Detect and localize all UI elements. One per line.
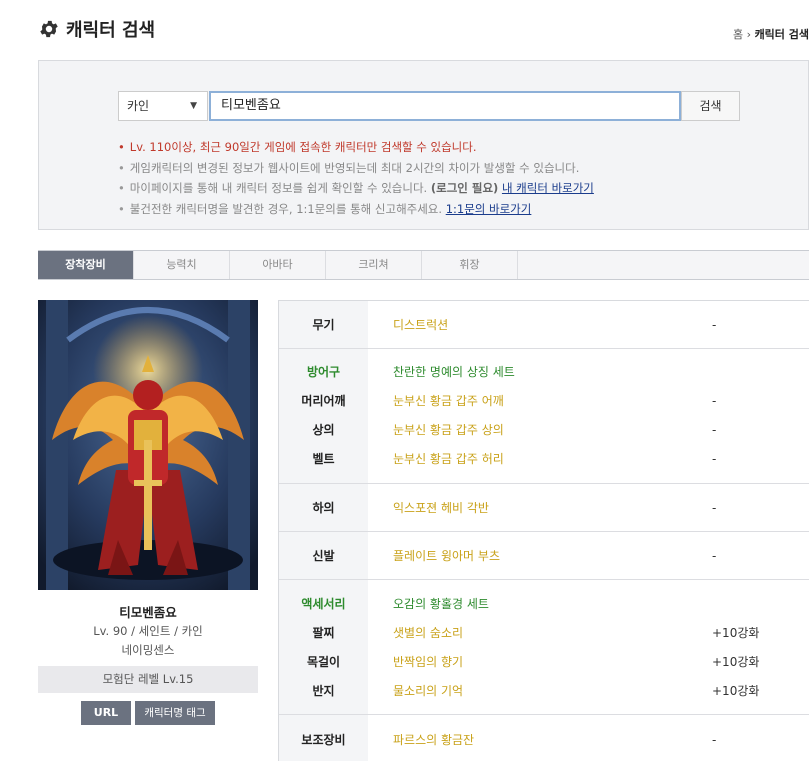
item-name[interactable]: 플레이트 윙아머 부츠 xyxy=(393,546,500,566)
page-title-text: 캐릭터 검색 xyxy=(66,20,156,41)
character-tabs: 장착장비 능력치 아바타 크리쳐 휘장 xyxy=(38,250,809,280)
slot-label: 하의 xyxy=(312,501,335,515)
slot-label: 액세서리 xyxy=(301,597,346,611)
tab-stats[interactable]: 능력치 xyxy=(134,251,230,279)
enhancement: - xyxy=(712,452,717,466)
character-portrait xyxy=(38,300,258,590)
equipment-row[interactable]: 목걸이 반짝임의 향기 +10강화 xyxy=(279,652,809,672)
equipment-row[interactable]: 팔찌 샛별의 숨소리 +10강화 xyxy=(279,623,809,643)
equipment-row[interactable]: 반지 물소리의 기억 +10강화 xyxy=(279,681,809,701)
item-name[interactable]: 샛별의 숨소리 xyxy=(393,623,463,643)
inquiry-link[interactable]: 1:1문의 바로가기 xyxy=(446,202,532,216)
equipment-row[interactable]: 신발 플레이트 윙아머 부츠 - xyxy=(279,546,809,566)
equipment-row[interactable]: 무기 디스트럭션 - xyxy=(279,315,809,335)
url-button[interactable]: URL xyxy=(81,701,131,725)
item-name[interactable]: 디스트럭션 xyxy=(393,315,448,335)
enhancement: - xyxy=(712,733,717,747)
enhancement: - xyxy=(712,549,717,563)
my-character-link[interactable]: 내 캐릭터 바로가기 xyxy=(502,181,594,195)
character-guild: 네이밍센스 xyxy=(121,643,175,657)
equipment-row[interactable]: 벨트 눈부신 황금 갑주 허리 - xyxy=(279,449,809,469)
note-item: 불건전한 캐릭터명을 발견한 경우, 1:1문의를 통해 신고해주세요. 1:1… xyxy=(118,199,594,220)
slot-label: 벨트 xyxy=(312,452,335,466)
chevron-down-icon: ▼ xyxy=(190,101,197,111)
server-select-value: 카인 xyxy=(127,99,150,113)
tab-creature[interactable]: 크리쳐 xyxy=(326,251,422,279)
item-name[interactable]: 눈부신 황금 갑주 허리 xyxy=(393,449,504,469)
breadcrumb-current: 캐릭터 검색 xyxy=(754,28,809,41)
gear-icon xyxy=(40,20,58,38)
character-name: 티모벤좀요 xyxy=(119,605,177,620)
item-name[interactable]: 익스포젼 헤비 각반 xyxy=(393,498,489,518)
slot-label: 반지 xyxy=(312,684,335,698)
note-item: 마이페이지를 통해 내 캐릭터 정보를 쉽게 확인할 수 있습니다. (로그인 … xyxy=(118,178,594,199)
page-header: 캐릭터 검색 홈 › 캐릭터 검색 xyxy=(38,14,809,44)
page-title: 캐릭터 검색 xyxy=(38,16,155,42)
item-name[interactable]: 반짝임의 향기 xyxy=(393,652,463,672)
equipment-row[interactable]: 하의 익스포젼 헤비 각반 - xyxy=(279,498,809,518)
enhancement: +10강화 xyxy=(712,684,760,698)
slot-label: 신발 xyxy=(312,549,335,563)
slot-label: 무기 xyxy=(312,318,335,332)
item-name[interactable]: 눈부신 황금 갑주 상의 xyxy=(393,420,504,440)
login-required-label: (로그인 필요) xyxy=(430,181,499,195)
breadcrumb-home[interactable]: 홈 xyxy=(733,28,743,41)
equipment-row[interactable]: 상의 눈부신 황금 갑주 상의 - xyxy=(279,420,809,440)
slot-label: 팔찌 xyxy=(312,626,335,640)
note-text: 마이페이지를 통해 내 캐릭터 정보를 쉽게 확인할 수 있습니다. xyxy=(129,181,431,195)
tab-emblem[interactable]: 휘장 xyxy=(422,251,518,279)
set-name[interactable]: 찬란한 명예의 상징 세트 xyxy=(393,362,515,382)
slot-label: 목걸이 xyxy=(306,655,341,669)
note-text: 불건전한 캐릭터명을 발견한 경우, 1:1문의를 통해 신고해주세요. xyxy=(129,201,446,216)
equipment-table: 무기 디스트럭션 - 방어구 찬란한 명예의 상징 세트 머리어깨 눈부신 황금… xyxy=(278,300,809,761)
enhancement: +10강화 xyxy=(712,655,760,669)
item-name[interactable]: 눈부신 황금 갑주 어깨 xyxy=(393,391,504,411)
slot-label: 머리어깨 xyxy=(301,394,346,408)
set-row: 방어구 찬란한 명예의 상징 세트 xyxy=(279,362,809,382)
enhancement: +10강화 xyxy=(712,626,760,640)
character-portrait-art xyxy=(38,300,258,590)
search-notes: Lv. 110이상, 최근 90일간 게임에 접속한 캐릭터만 검색할 수 있습… xyxy=(118,137,594,219)
equipment-row[interactable]: 머리어깨 눈부신 황금 갑주 어깨 - xyxy=(279,391,809,411)
slot-label: 방어구 xyxy=(306,365,341,379)
slot-label: 상의 xyxy=(312,423,335,437)
breadcrumb-separator: › xyxy=(746,28,752,41)
enhancement: - xyxy=(712,318,717,332)
slot-label: 보조장비 xyxy=(301,733,346,747)
enhancement: - xyxy=(712,501,717,515)
character-search-input[interactable]: 티모벤좀요 xyxy=(209,91,681,121)
character-info: Lv. 90 / 세인트 / 카인 xyxy=(93,624,203,638)
tab-equipment[interactable]: 장착장비 xyxy=(38,251,134,279)
breadcrumb: 홈 › 캐릭터 검색 xyxy=(733,26,809,42)
set-name[interactable]: 오감의 황홀경 세트 xyxy=(393,594,489,614)
name-tag-button[interactable]: 캐릭터명 태그 xyxy=(135,701,215,725)
item-name[interactable]: 파르스의 황금잔 xyxy=(393,730,474,750)
item-name[interactable]: 물소리의 기억 xyxy=(393,681,463,701)
tab-avatar[interactable]: 아바타 xyxy=(230,251,326,279)
note-item: Lv. 110이상, 최근 90일간 게임에 접속한 캐릭터만 검색할 수 있습… xyxy=(118,137,594,158)
search-button[interactable]: 검색 xyxy=(681,91,740,121)
equipment-row[interactable]: 보조장비 파르스의 황금잔 - xyxy=(279,730,809,750)
search-panel: 카인 ▼ 티모벤좀요 검색 Lv. 110이상, 최근 90일간 게임에 접속한… xyxy=(38,60,809,230)
set-row: 액세서리 오감의 황홀경 세트 xyxy=(279,594,809,614)
enhancement: - xyxy=(712,394,717,408)
adventure-level: 모험단 레벨 Lv.15 xyxy=(38,666,258,693)
note-item: 게임캐릭터의 변경된 정보가 웹사이트에 반영되는데 최대 2시간의 차이가 발… xyxy=(118,158,594,179)
enhancement: - xyxy=(712,423,717,437)
server-select[interactable]: 카인 ▼ xyxy=(118,91,208,121)
